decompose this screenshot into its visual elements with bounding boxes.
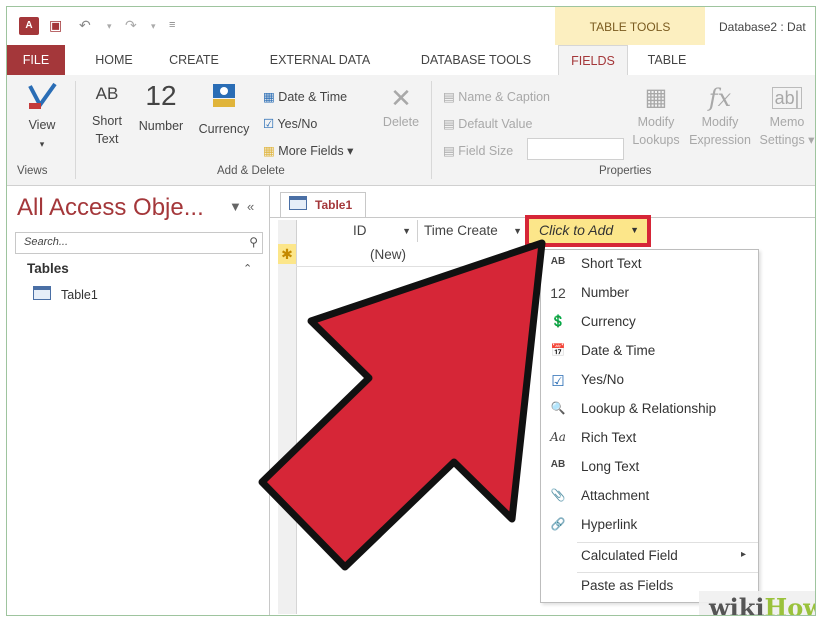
wikihow-watermark: wikiHow (699, 591, 815, 616)
watermark-part2: How (764, 593, 815, 616)
access-window: A ▣ ↶ ▾ ↷ ▾ ≡ TABLE TOOLS Database2 : Da… (6, 6, 816, 616)
tutorial-arrow-icon (258, 239, 546, 571)
watermark-part1: wiki (709, 593, 765, 616)
